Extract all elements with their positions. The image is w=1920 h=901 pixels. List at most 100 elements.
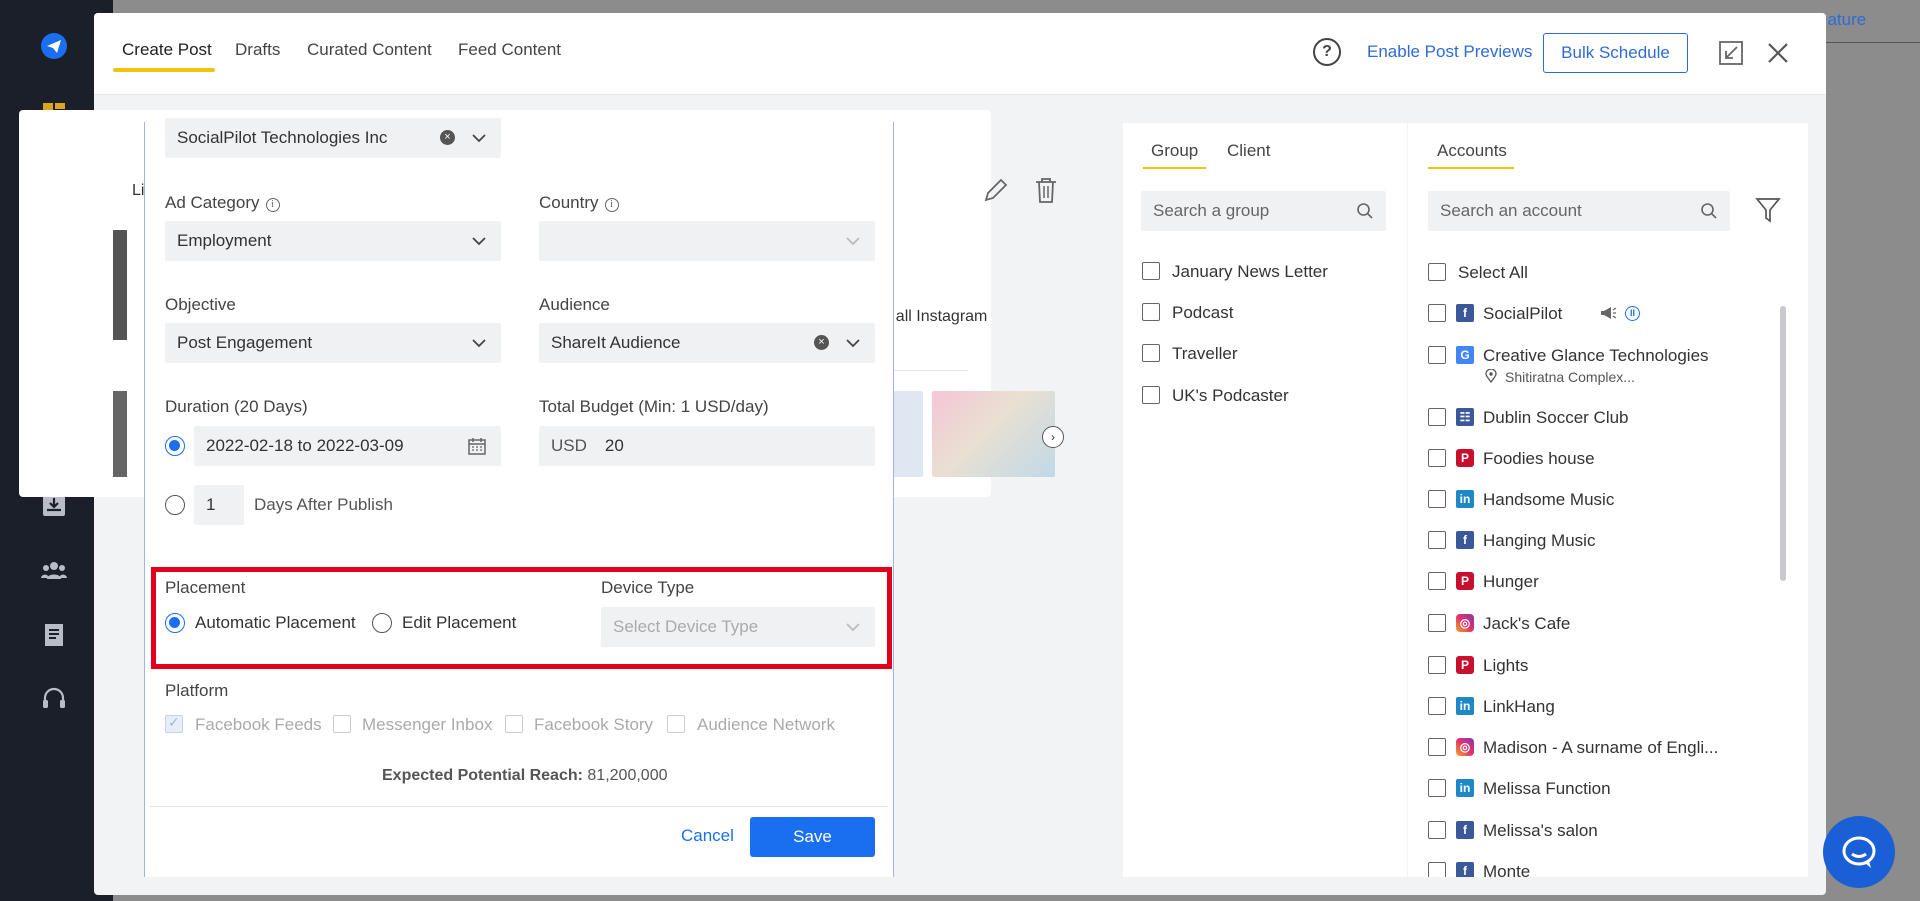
date-range-input[interactable]: 2022-02-18 to 2022-03-09 (194, 426, 501, 466)
account-item[interactable]: Melissa Function (1483, 779, 1611, 799)
preview-thumbnail (932, 391, 1055, 477)
tab-create-post[interactable]: Create Post (122, 40, 212, 60)
enable-post-previews-link[interactable]: Enable Post Previews (1367, 42, 1532, 62)
account-checkbox[interactable] (1428, 572, 1446, 590)
account-checkbox[interactable] (1428, 656, 1446, 674)
bulk-schedule-button[interactable]: Bulk Schedule (1543, 33, 1688, 73)
days-after-input[interactable]: 1 (194, 485, 244, 525)
group-checkbox[interactable] (1142, 344, 1160, 362)
audience-network-checkbox[interactable] (667, 715, 685, 733)
info-icon[interactable]: i (604, 198, 619, 212)
account-item[interactable]: Melissa's salon (1483, 821, 1598, 841)
account-checkbox[interactable] (1428, 862, 1446, 877)
country-select[interactable] (539, 221, 875, 261)
group-panel (1123, 123, 1407, 877)
clear-icon[interactable]: × (814, 335, 829, 350)
objective-select[interactable]: Post Engagement (165, 323, 501, 363)
facebook-story-checkbox[interactable] (505, 715, 523, 733)
audience-select[interactable]: ShareIt Audience × (539, 323, 875, 363)
tab-group[interactable]: Group (1151, 141, 1198, 161)
accounts-scrollbar[interactable] (1780, 306, 1786, 581)
account-checkbox[interactable] (1428, 346, 1446, 364)
account-item[interactable]: Lights (1483, 656, 1528, 676)
group-item[interactable]: Podcast (1172, 303, 1233, 323)
group-item[interactable]: January News Letter (1172, 262, 1328, 282)
info-icon[interactable]: i (265, 198, 280, 212)
group-checkbox[interactable] (1142, 386, 1160, 404)
facebook-story-label: Facebook Story (534, 715, 654, 734)
search-icon[interactable] (1700, 202, 1718, 220)
account-item[interactable]: Foodies house (1483, 449, 1595, 469)
account-item[interactable]: Madison - A surname of Engli... (1483, 738, 1718, 758)
group-checkbox[interactable] (1142, 262, 1160, 280)
instagram-icon: ◎ (1456, 614, 1474, 632)
support-headset-icon[interactable] (38, 683, 70, 715)
account-item[interactable]: Hunger (1483, 572, 1539, 592)
account-item[interactable]: Hanging Music (1483, 531, 1595, 551)
budget-input[interactable]: USD 20 (539, 426, 875, 466)
document-icon[interactable] (38, 619, 70, 651)
team-icon[interactable] (38, 554, 70, 586)
edit-placement-radio[interactable] (372, 613, 392, 633)
account-checkbox[interactable] (1428, 779, 1446, 797)
help-icon[interactable]: ? (1313, 38, 1341, 66)
filter-icon[interactable] (1755, 196, 1781, 224)
account-item[interactable]: Handsome Music (1483, 490, 1614, 510)
account-checkbox[interactable] (1428, 408, 1446, 426)
minimize-icon[interactable] (1717, 39, 1745, 67)
save-button[interactable]: Save (750, 817, 875, 857)
cancel-button[interactable]: Cancel (681, 826, 734, 846)
days-after-publish-label: Days After Publish (254, 495, 393, 514)
account-item[interactable]: Dublin Soccer Club (1483, 408, 1629, 428)
calendar-icon[interactable] (467, 436, 487, 456)
group-item[interactable]: Traveller (1172, 344, 1238, 364)
group-checkbox[interactable] (1142, 303, 1160, 321)
delete-trash-icon[interactable] (1032, 175, 1060, 205)
days-after-publish-radio[interactable] (165, 495, 185, 515)
account-checkbox[interactable] (1428, 821, 1446, 839)
tab-curated-content[interactable]: Curated Content (307, 40, 432, 60)
group-item[interactable]: UK's Podcaster (1172, 386, 1289, 406)
page-select[interactable]: SocialPilot Technologies Inc × (165, 118, 501, 158)
account-item[interactable]: Monte (1483, 862, 1530, 877)
account-checkbox[interactable] (1428, 490, 1446, 508)
search-icon[interactable] (1356, 202, 1374, 220)
tab-drafts[interactable]: Drafts (235, 40, 280, 60)
account-checkbox[interactable] (1428, 614, 1446, 632)
chat-support-button[interactable] (1823, 816, 1895, 888)
account-item[interactable]: LinkHang (1483, 697, 1555, 717)
select-all-label[interactable]: Select All (1458, 263, 1528, 283)
close-icon[interactable] (1764, 39, 1792, 67)
account-search-input[interactable]: Search an account (1428, 191, 1730, 231)
account-checkbox[interactable] (1428, 304, 1446, 322)
automatic-placement-label[interactable]: Automatic Placement (195, 613, 356, 633)
select-all-checkbox[interactable] (1428, 263, 1446, 281)
account-checkbox[interactable] (1428, 449, 1446, 467)
facebook-feeds-checkbox[interactable] (165, 714, 183, 733)
tab-accounts[interactable]: Accounts (1437, 141, 1507, 161)
group-search-input[interactable]: Search a group (1141, 191, 1386, 231)
account-checkbox[interactable] (1428, 697, 1446, 715)
account-item[interactable]: SocialPilot (1483, 304, 1562, 324)
edit-pencil-icon[interactable] (981, 175, 1011, 205)
account-item[interactable]: Creative Glance Technologies (1483, 346, 1709, 366)
carousel-next-icon[interactable]: › (1042, 426, 1064, 448)
account-checkbox[interactable] (1428, 738, 1446, 756)
device-type-placeholder: Select Device Type (613, 617, 759, 636)
edit-placement-label[interactable]: Edit Placement (402, 613, 516, 633)
automatic-placement-radio[interactable] (165, 613, 185, 633)
messenger-inbox-checkbox[interactable] (333, 715, 351, 733)
account-checkbox[interactable] (1428, 531, 1446, 549)
chevron-down-icon (472, 339, 486, 348)
pinterest-icon: P (1456, 656, 1474, 674)
clear-icon[interactable]: × (440, 130, 455, 145)
tab-client[interactable]: Client (1227, 141, 1270, 161)
send-logo-icon[interactable] (38, 30, 70, 62)
account-item[interactable]: Jack's Cafe (1483, 614, 1570, 634)
ad-category-select[interactable]: Employment (165, 221, 501, 261)
pause-icon[interactable]: II (1625, 306, 1640, 321)
tab-feed-content[interactable]: Feed Content (458, 40, 561, 60)
audience-label: Audience (539, 295, 610, 314)
date-range-radio[interactable] (165, 436, 185, 456)
device-type-select[interactable]: Select Device Type (601, 607, 875, 647)
